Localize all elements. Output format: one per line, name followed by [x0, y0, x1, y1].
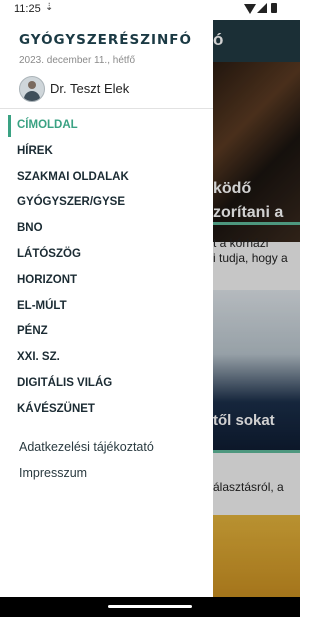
user-name[interactable]: Dr. Teszt Elek: [50, 81, 129, 96]
wifi-icon: [244, 4, 256, 14]
home-gesture-handle[interactable]: [108, 605, 192, 608]
menu-item-el-mult[interactable]: EL-MÚLT: [0, 294, 213, 320]
system-nav-bar: [0, 597, 300, 617]
navigation-drawer: GYÓGYSZERÉSZINFÓ 2023. december 11., hét…: [0, 20, 213, 597]
avatar-head: [28, 81, 36, 89]
menu-item-gyogyszer-gyse[interactable]: GYÓGYSZER/GYSE: [0, 190, 213, 216]
menu-item-digitalis-vilag[interactable]: DIGITÁLIS VILÁG: [0, 371, 213, 397]
menu-item-hirek[interactable]: HÍREK: [0, 139, 213, 165]
signal-icon: [257, 3, 267, 13]
menu-item-szakmai-oldalak[interactable]: SZAKMAI OLDALAK: [0, 165, 213, 191]
footer-links: Adatkezelési tájékoztató Impresszum: [19, 434, 154, 486]
menu-item-kaveszunet[interactable]: KÁVÉSZÜNET: [0, 397, 213, 423]
menu-item-penz[interactable]: PÉNZ: [0, 319, 213, 345]
imprint-link[interactable]: Impresszum: [19, 460, 154, 486]
battery-icon: [271, 3, 277, 13]
menu-item-cimoldal[interactable]: CÍMOLDAL: [0, 113, 213, 139]
drawer-scrim[interactable]: [213, 20, 300, 597]
current-date: 2023. december 11., hétfő: [19, 55, 136, 66]
avatar-body: [24, 91, 40, 101]
privacy-policy-link[interactable]: Adatkezelési tájékoztató: [19, 434, 154, 460]
menu-item-horizont[interactable]: HORIZONT: [0, 268, 213, 294]
status-bar: 11:25 ⇣: [0, 0, 300, 20]
main-menu: CÍMOLDAL HÍREK SZAKMAI OLDALAK GYÓGYSZER…: [0, 113, 213, 423]
avatar[interactable]: [19, 76, 45, 102]
menu-item-latoszog[interactable]: LÁTÓSZÖG: [0, 242, 213, 268]
clock: 11:25: [14, 3, 41, 15]
menu-item-xxi-sz[interactable]: XXI. SZ.: [0, 345, 213, 371]
download-icon: ⇣: [45, 2, 54, 13]
divider: [0, 108, 213, 109]
app-logo[interactable]: GYÓGYSZERÉSZINFÓ: [19, 32, 192, 48]
menu-item-bno[interactable]: BNO: [0, 216, 213, 242]
